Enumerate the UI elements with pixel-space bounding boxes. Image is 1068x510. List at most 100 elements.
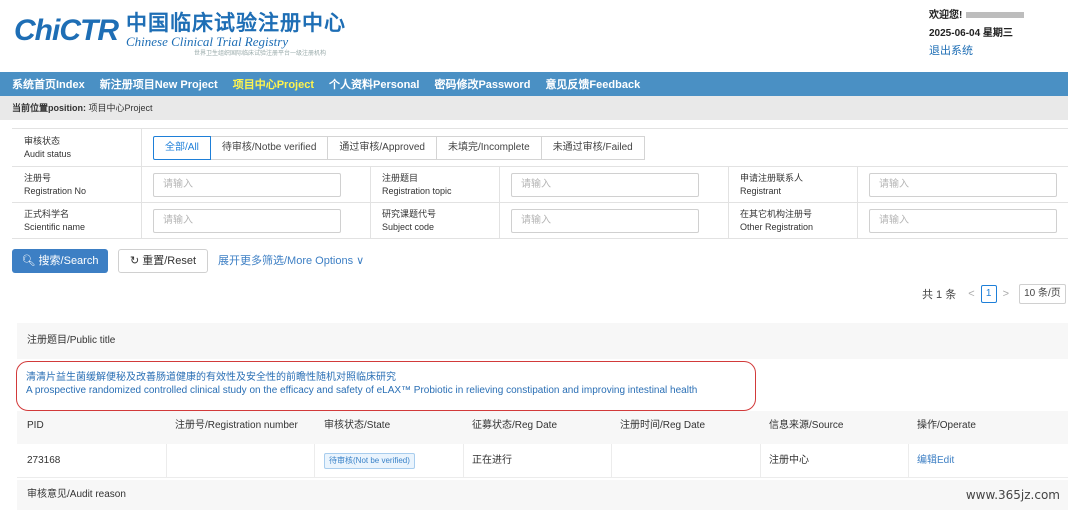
scientific-name-label-cn: 正式科学名 bbox=[24, 209, 70, 219]
filter-panel: 审核状态 Audit status 全部/All 待审核/Notbe verif… bbox=[12, 128, 1068, 239]
reset-icon: ↻ bbox=[129, 255, 140, 267]
audit-status-label: 审核状态 Audit status bbox=[12, 135, 71, 161]
row-recruit-status: 正在进行 bbox=[472, 455, 512, 466]
registrant-label-cn: 申请注册联系人 bbox=[740, 173, 804, 183]
col-pid: PID bbox=[27, 420, 44, 431]
logo-texts: 中国临床试验注册中心 Chinese Clinical Trial Regist… bbox=[126, 12, 346, 59]
col-operate: 操作/Operate bbox=[917, 420, 976, 431]
subject-code-label: 研究课题代号 Subject code bbox=[370, 208, 436, 234]
nav-item-personal[interactable]: 个人资料Personal bbox=[329, 76, 419, 92]
edit-link[interactable]: 编辑Edit bbox=[917, 444, 954, 478]
nav-item-index[interactable]: 系统首页Index bbox=[12, 76, 85, 92]
more-options-link[interactable]: 展开更多筛选/More Options ∨ bbox=[218, 249, 364, 273]
divider bbox=[611, 444, 612, 478]
welcome-line: 欢迎您! bbox=[929, 8, 1025, 23]
divider bbox=[314, 444, 315, 478]
page-number[interactable]: 1 bbox=[980, 285, 997, 303]
divider bbox=[760, 444, 761, 478]
other-registration-input[interactable]: 请输入 bbox=[869, 209, 1057, 233]
registration-topic-input[interactable]: 请输入 bbox=[511, 173, 699, 197]
col-registration-number: 注册号/Registration number bbox=[175, 420, 298, 431]
reset-button-label: 重置/Reset bbox=[142, 255, 197, 267]
audit-status-segmented: 全部/All 待审核/Notbe verified 通过审核/Approved … bbox=[153, 136, 645, 160]
logo-title-en: Chinese Clinical Trial Registry bbox=[125, 34, 289, 49]
subject-code-input[interactable]: 请输入 bbox=[511, 209, 699, 233]
filter-row-2: 注册号 Registration No 请输入 注册题目 Registratio… bbox=[12, 167, 1068, 203]
scientific-name-label: 正式科学名 Scientific name bbox=[12, 208, 85, 234]
audit-status-failed[interactable]: 未通过审核/Failed bbox=[540, 136, 645, 160]
registration-no-input[interactable]: 请输入 bbox=[153, 173, 341, 197]
public-title-header: 注册题目/Public title bbox=[17, 323, 1068, 359]
highlight-annotation bbox=[16, 361, 756, 411]
divider bbox=[166, 444, 167, 478]
filter-row-3: 正式科学名 Scientific name 请输入 研究课题代号 Subject… bbox=[12, 203, 1068, 239]
registrant-label-en: Registrant bbox=[740, 186, 782, 196]
audit-status-not-verified[interactable]: 待审核/Notbe verified bbox=[209, 136, 329, 160]
current-date: 2025-06-04 星期三 bbox=[929, 28, 1013, 39]
audit-status-approved[interactable]: 通过审核/Approved bbox=[327, 136, 437, 160]
subject-code-label-en: Subject code bbox=[382, 222, 435, 232]
row-pid: 273168 bbox=[27, 455, 61, 466]
audit-status-label-en: Audit status bbox=[24, 149, 72, 159]
logo-title-cn: 中国临床试验注册中心 bbox=[125, 11, 346, 35]
divider bbox=[908, 444, 909, 478]
audit-status-all[interactable]: 全部/All bbox=[153, 136, 211, 160]
registrant-label: 申请注册联系人 Registrant bbox=[728, 172, 803, 198]
divider bbox=[141, 129, 142, 167]
site-header: ChiCTR 中国临床试验注册中心 Chinese Clinical Trial… bbox=[0, 0, 1068, 72]
next-page-icon[interactable]: > bbox=[1003, 288, 1009, 300]
breadcrumb-current: 项目中心Project bbox=[88, 103, 153, 113]
filter-row-audit-status: 审核状态 Audit status 全部/All 待审核/Notbe verif… bbox=[12, 129, 1068, 167]
divider bbox=[463, 444, 464, 478]
pagination: 共 1 条 < 1 > 10 条/页 bbox=[922, 284, 1066, 304]
registration-topic-label: 注册题目 Registration topic bbox=[370, 172, 452, 198]
registration-no-label: 注册号 Registration No bbox=[12, 172, 86, 198]
divider bbox=[141, 203, 142, 239]
search-button[interactable]: 🔍︎ 搜索/Search bbox=[12, 249, 108, 273]
scientific-name-label-en: Scientific name bbox=[24, 222, 86, 232]
registrant-input[interactable]: 请输入 bbox=[869, 173, 1057, 197]
nav-item-project[interactable]: 项目中心Project bbox=[233, 76, 314, 92]
audit-status-incomplete[interactable]: 未填完/Incomplete bbox=[435, 136, 542, 160]
nav-item-password[interactable]: 密码修改Password bbox=[434, 76, 530, 92]
nav-item-new-project[interactable]: 新注册项目New Project bbox=[100, 76, 218, 92]
main-nav: 系统首页Index 新注册项目New Project 项目中心Project 个… bbox=[0, 72, 1068, 96]
logo-mark: ChiCTR bbox=[14, 14, 119, 47]
nav-item-feedback[interactable]: 意见反馈Feedback bbox=[545, 76, 640, 92]
registration-no-label-en: Registration No bbox=[24, 186, 87, 196]
total-count: 共 1 条 bbox=[922, 289, 957, 301]
divider bbox=[857, 167, 858, 203]
search-icon: 🔍︎ bbox=[21, 255, 36, 267]
chevron-down-icon: ∨ bbox=[356, 255, 365, 267]
audit-reason-header: 审核意见/Audit reason bbox=[17, 480, 1068, 510]
user-box: 欢迎您! 2025-06-04 星期三 退出系统 bbox=[929, 8, 1025, 59]
other-registration-label-cn: 在其它机构注册号 bbox=[740, 209, 813, 219]
logout-link[interactable]: 退出系统 bbox=[929, 44, 1024, 59]
site-logo[interactable]: ChiCTR 中国临床试验注册中心 Chinese Clinical Trial… bbox=[14, 6, 346, 62]
divider bbox=[141, 167, 142, 203]
username-redacted bbox=[966, 12, 1025, 19]
other-registration-label-en: Other Registration bbox=[740, 222, 814, 232]
page-size-select[interactable]: 10 条/页 bbox=[1019, 284, 1066, 304]
prev-page-icon[interactable]: < bbox=[968, 288, 974, 300]
welcome-text: 欢迎您! bbox=[929, 10, 963, 21]
table-row: 273168 待审核(Not be verified) 正在进行 注册中心 编辑… bbox=[17, 444, 1068, 478]
divider bbox=[499, 167, 500, 203]
reset-button[interactable]: ↻ 重置/Reset bbox=[118, 249, 208, 273]
more-options-label: 展开更多筛选/More Options bbox=[218, 255, 354, 267]
divider bbox=[499, 203, 500, 239]
registration-topic-label-en: Registration topic bbox=[382, 186, 452, 196]
breadcrumb: 当前位置position: 项目中心Project bbox=[0, 96, 1068, 120]
col-source: 信息来源/Source bbox=[769, 420, 844, 431]
breadcrumb-label: 当前位置position: bbox=[12, 103, 86, 113]
logo-subtitle: 世界卫生组织国际临床试验注册平台一级注册机构 bbox=[193, 51, 326, 57]
col-recruit-status: 征募状态/Reg Date bbox=[472, 420, 558, 431]
status-badge: 待审核(Not be verified) bbox=[324, 453, 415, 469]
divider bbox=[857, 203, 858, 239]
registration-topic-label-cn: 注册题目 bbox=[382, 173, 419, 183]
row-source: 注册中心 bbox=[769, 455, 809, 466]
other-registration-label: 在其它机构注册号 Other Registration bbox=[728, 208, 813, 234]
watermark-url: www.365jz.com bbox=[965, 488, 1060, 502]
scientific-name-input[interactable]: 请输入 bbox=[153, 209, 341, 233]
search-button-label: 搜索/Search bbox=[38, 255, 99, 267]
